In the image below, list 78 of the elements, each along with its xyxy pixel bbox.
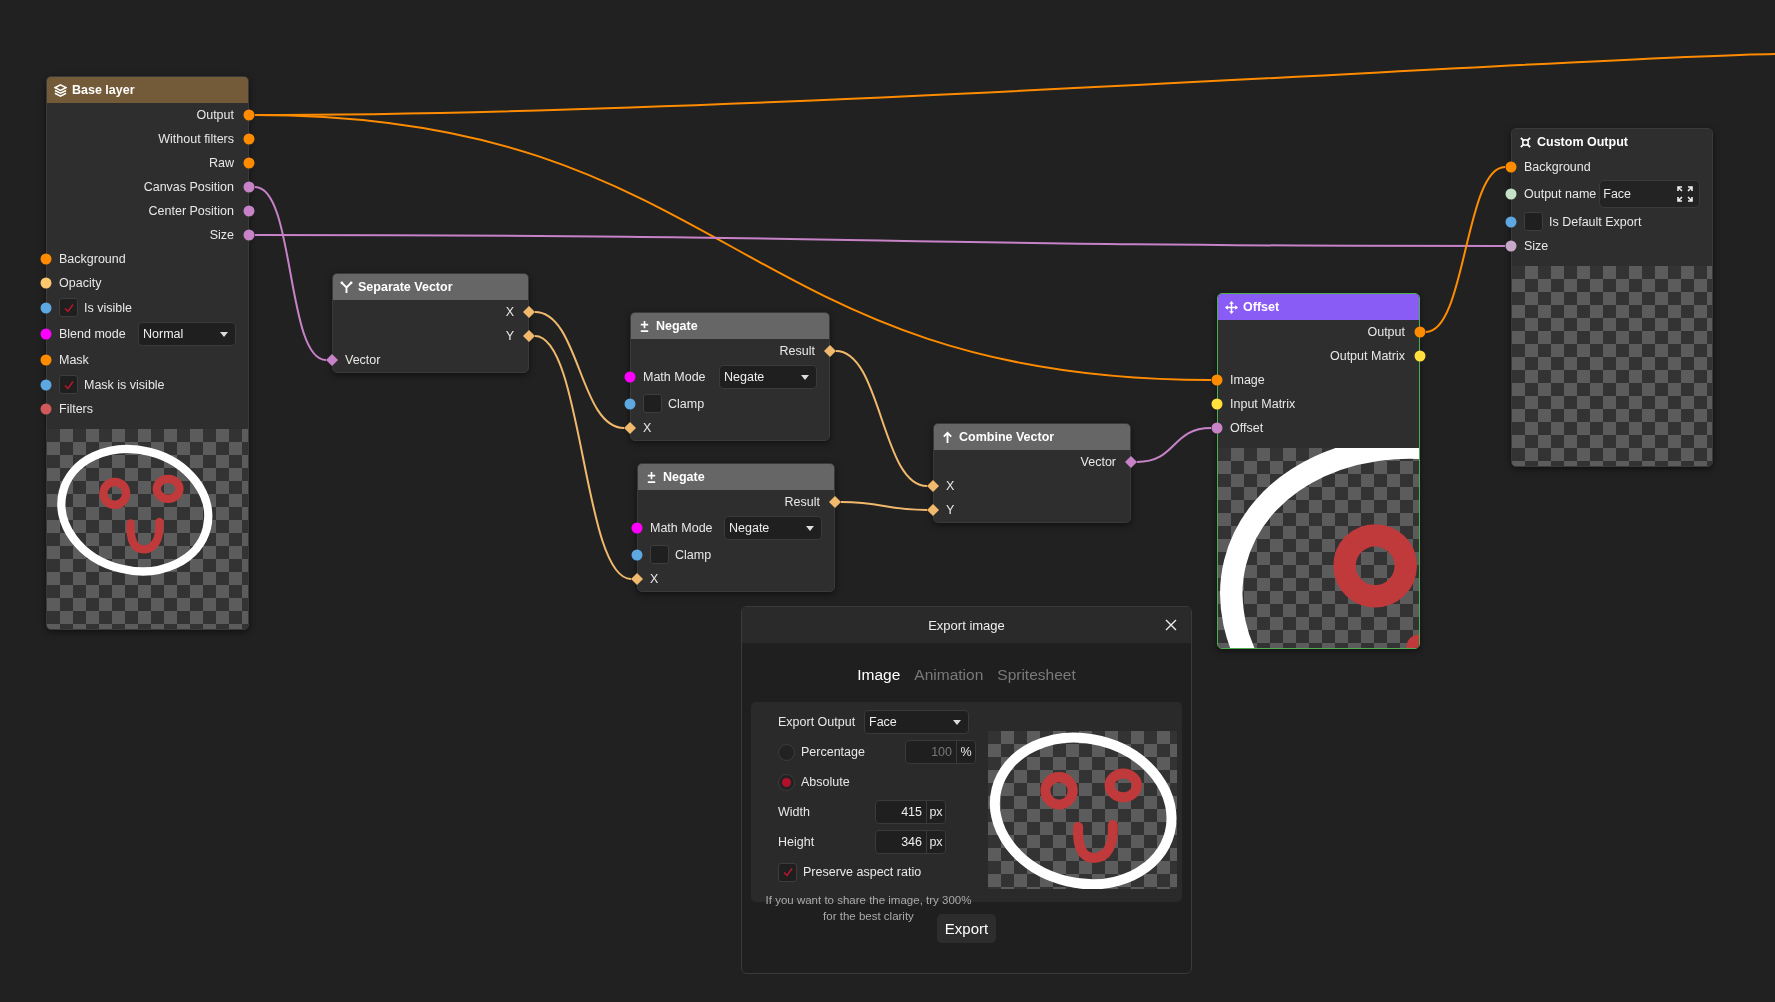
node-header[interactable]: Combine Vector [934,424,1130,450]
port-label: Canvas Position [143,180,234,194]
node-title: Custom Output [1537,135,1628,149]
dialog-title: Export image [928,617,1005,633]
node-header[interactable]: Offset [1218,294,1419,320]
node-card[interactable]: Custom Output Background Output name Face Is Default Export Size [1511,128,1713,467]
dropdown[interactable]: Negate [719,365,817,389]
unit-label: px [926,800,946,824]
field-label: Blend mode [59,327,126,341]
port-label: Opacity [59,276,102,290]
node-header[interactable]: Base layer [47,77,248,103]
port-label: Mask [59,353,89,367]
number-field[interactable]: 415 [875,800,927,824]
port-label: Output Matrix [1329,349,1405,363]
export-button[interactable]: Export [936,914,997,943]
checkbox-label: Preserve aspect ratio [803,865,923,879]
field-label: Output name [1524,187,1597,201]
port-label: X [946,479,955,493]
node-title: Negate [656,319,698,333]
port-label: X [643,421,652,435]
node-card[interactable]: Offset Output Output Matrix Image Input Matrix Offset [1217,293,1420,649]
node-title: Combine Vector [959,430,1055,444]
port-label: Background [1524,160,1591,174]
radio-label: Percentage [801,745,866,759]
node-title: Negate [663,470,705,484]
port-label: Vector [345,353,381,367]
checkbox-label: Is Default Export [1549,214,1642,229]
dropdown[interactable]: Negate [724,516,822,540]
tab[interactable]: Animation [914,666,984,684]
node-card[interactable]: Negate Result Math Mode Negate Clamp X [637,463,835,592]
port-label: Input Matrix [1230,397,1296,411]
node-header[interactable]: Custom Output [1512,129,1712,155]
node-header[interactable]: Negate [638,464,834,490]
port-label: Y [946,503,955,517]
number-field[interactable]: 346 [875,830,927,854]
node-title: Base layer [72,83,135,97]
node-title: Offset [1243,300,1280,314]
node-card[interactable]: Negate Result Math Mode Negate Clamp X [630,312,830,441]
port-label: Vector [1080,455,1116,469]
checkbox-label: Is visible [84,300,132,315]
port-label: Result [779,344,815,358]
port-label: Raw [209,156,234,170]
node-header[interactable]: Negate [631,313,829,339]
port-label: Filters [59,402,94,416]
port-label: X [650,572,659,586]
port-label: Offset [1230,421,1264,435]
port-label: Result [784,495,820,509]
node-title: Separate Vector [358,280,453,294]
port-label: Output [196,108,234,122]
unit-label: % [956,740,976,764]
field-label: Width [778,805,811,819]
checkbox-label: Clamp [675,547,712,562]
port-label: Without filters [158,132,234,146]
port-label: Image [1230,373,1265,387]
node-card[interactable]: Base layer Output Without filters Raw Canvas Position Center Position Size Background Opacity Is visible Blend mode Normal Mask Mask is visible Filters [46,76,249,630]
tab[interactable]: Image [857,666,901,684]
field-label: Math Mode [650,521,713,535]
port-label: Background [59,252,126,266]
port-label: Output [1367,325,1405,339]
tab[interactable]: Spritesheet [997,666,1076,684]
port-label: Y [505,329,514,343]
unit-label: px [926,830,946,854]
dropdown[interactable]: Normal [138,322,236,346]
checkbox-label: Clamp [668,396,705,411]
port-label: X [505,305,514,319]
text-field[interactable]: Face [1599,180,1700,208]
radio-label: Absolute [801,775,851,789]
node-header[interactable]: Separate Vector [333,274,528,300]
checkbox-label: Mask is visible [84,377,165,392]
port-label: Center Position [148,204,234,218]
field-label: Height [778,835,816,849]
node-card[interactable]: Combine Vector Vector X Y [933,423,1131,523]
field-label: Export Output [778,715,857,729]
dropdown[interactable]: Face [864,710,969,734]
node-card[interactable]: Separate Vector X Y Vector [332,273,529,373]
port-label: Size [209,228,234,242]
field-label: Math Mode [643,370,706,384]
port-label: Size [1524,239,1549,253]
